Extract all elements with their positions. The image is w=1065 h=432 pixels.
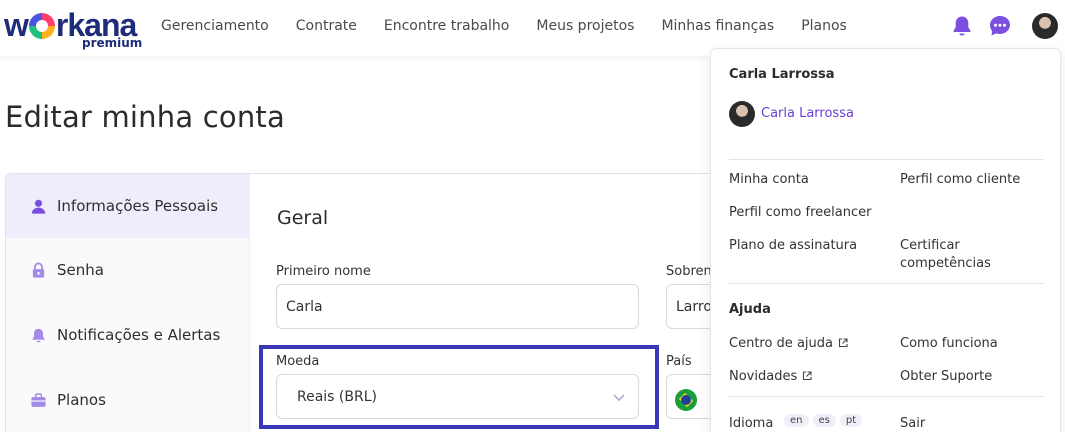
menu-link-certify-line2: competências [900, 256, 991, 271]
bell-icon[interactable] [950, 14, 974, 38]
nav-meus-projetos[interactable]: Meus projetos [536, 18, 634, 34]
currency-label: Moeda [276, 354, 320, 369]
sidebar-item-password[interactable]: Senha [6, 238, 250, 302]
briefcase-icon [31, 392, 46, 407]
language-option-es[interactable]: es [812, 414, 836, 427]
menu-link-how-it-works[interactable]: Como funciona [900, 335, 998, 353]
chat-icon[interactable] [988, 14, 1012, 38]
last-name-label: Sobrenome [666, 264, 710, 279]
sidebar-item-label: Notificações e Alertas [57, 326, 221, 344]
external-link-icon [803, 371, 812, 381]
nav-planos[interactable]: Planos [801, 18, 847, 34]
menu-link-help-center[interactable]: Centro de ajuda [729, 335, 848, 353]
language-option-en[interactable]: en [784, 414, 809, 427]
logo-premium-label: premium [82, 36, 143, 50]
last-name-input[interactable]: Larrossa [666, 284, 710, 329]
menu-link-help-center-label: Centro de ajuda [729, 336, 833, 351]
sidebar-item-label: Senha [57, 261, 104, 279]
workana-logo[interactable]: w rkana premium [4, 9, 142, 50]
menu-link-logout[interactable]: Sair [900, 415, 925, 432]
sidebar-item-notifications[interactable]: Notificações e Alertas [6, 303, 250, 367]
menu-link-certify-line1: Certificar [900, 238, 960, 253]
logo-o-icon [28, 13, 55, 39]
first-name-label: Primeiro nome [276, 264, 371, 279]
menu-profile-link[interactable]: Carla Larrossa [761, 106, 854, 121]
settings-sidebar: Informações Pessoais Senha Notificações … [6, 174, 250, 432]
account-dropdown-menu: Carla Larrossa Carla Larrossa Minha cont… [710, 48, 1061, 432]
menu-divider [729, 159, 1044, 160]
nav-minhas-financas[interactable]: Minhas finanças [661, 18, 774, 34]
menu-link-certify[interactable]: Certificar competências [900, 237, 991, 273]
menu-link-freelancer-profile[interactable]: Perfil como freelancer [729, 204, 871, 222]
external-link-icon [838, 338, 848, 348]
menu-user-name: Carla Larrossa [729, 67, 835, 82]
main-nav: Gerenciamento Contrate Encontre trabalho… [161, 18, 874, 34]
sidebar-item-label: Informações Pessoais [57, 197, 219, 215]
user-icon [31, 199, 46, 214]
menu-link-news-label: Novidades [729, 369, 798, 384]
page-title: Editar minha conta [5, 100, 285, 134]
nav-encontre-trabalho[interactable]: Encontre trabalho [384, 18, 509, 34]
menu-link-subscription[interactable]: Plano de assinatura [729, 237, 857, 255]
menu-divider [729, 283, 1044, 284]
sidebar-item-personal-info[interactable]: Informações Pessoais [6, 174, 250, 238]
menu-avatar[interactable] [729, 101, 755, 127]
brazil-flag-icon [675, 389, 697, 411]
menu-divider [729, 396, 1044, 397]
section-title-general: Geral [277, 207, 329, 229]
first-name-input[interactable]: Carla [276, 284, 639, 329]
menu-link-my-account[interactable]: Minha conta [729, 171, 809, 189]
nav-gerenciamento[interactable]: Gerenciamento [161, 18, 269, 34]
menu-link-client-profile[interactable]: Perfil como cliente [900, 171, 1020, 189]
menu-link-news[interactable]: Novidades [729, 368, 812, 386]
country-label: País [666, 354, 692, 369]
chevron-down-icon [613, 394, 625, 402]
sidebar-item-plans[interactable]: Planos [6, 368, 250, 432]
lock-icon [32, 262, 45, 278]
menu-help-heading: Ajuda [729, 302, 771, 317]
language-switcher: en es pt [782, 414, 863, 427]
sidebar-item-label: Planos [57, 391, 106, 409]
bell-icon [32, 328, 45, 342]
nav-contrate[interactable]: Contrate [296, 18, 357, 34]
menu-link-support[interactable]: Obter Suporte [900, 368, 992, 386]
user-avatar[interactable] [1032, 13, 1058, 39]
menu-language-label: Idioma [729, 416, 774, 431]
currency-select[interactable]: Reais (BRL) [276, 374, 639, 419]
language-option-pt[interactable]: pt [839, 414, 863, 427]
currency-select-value: Reais (BRL) [297, 388, 377, 405]
